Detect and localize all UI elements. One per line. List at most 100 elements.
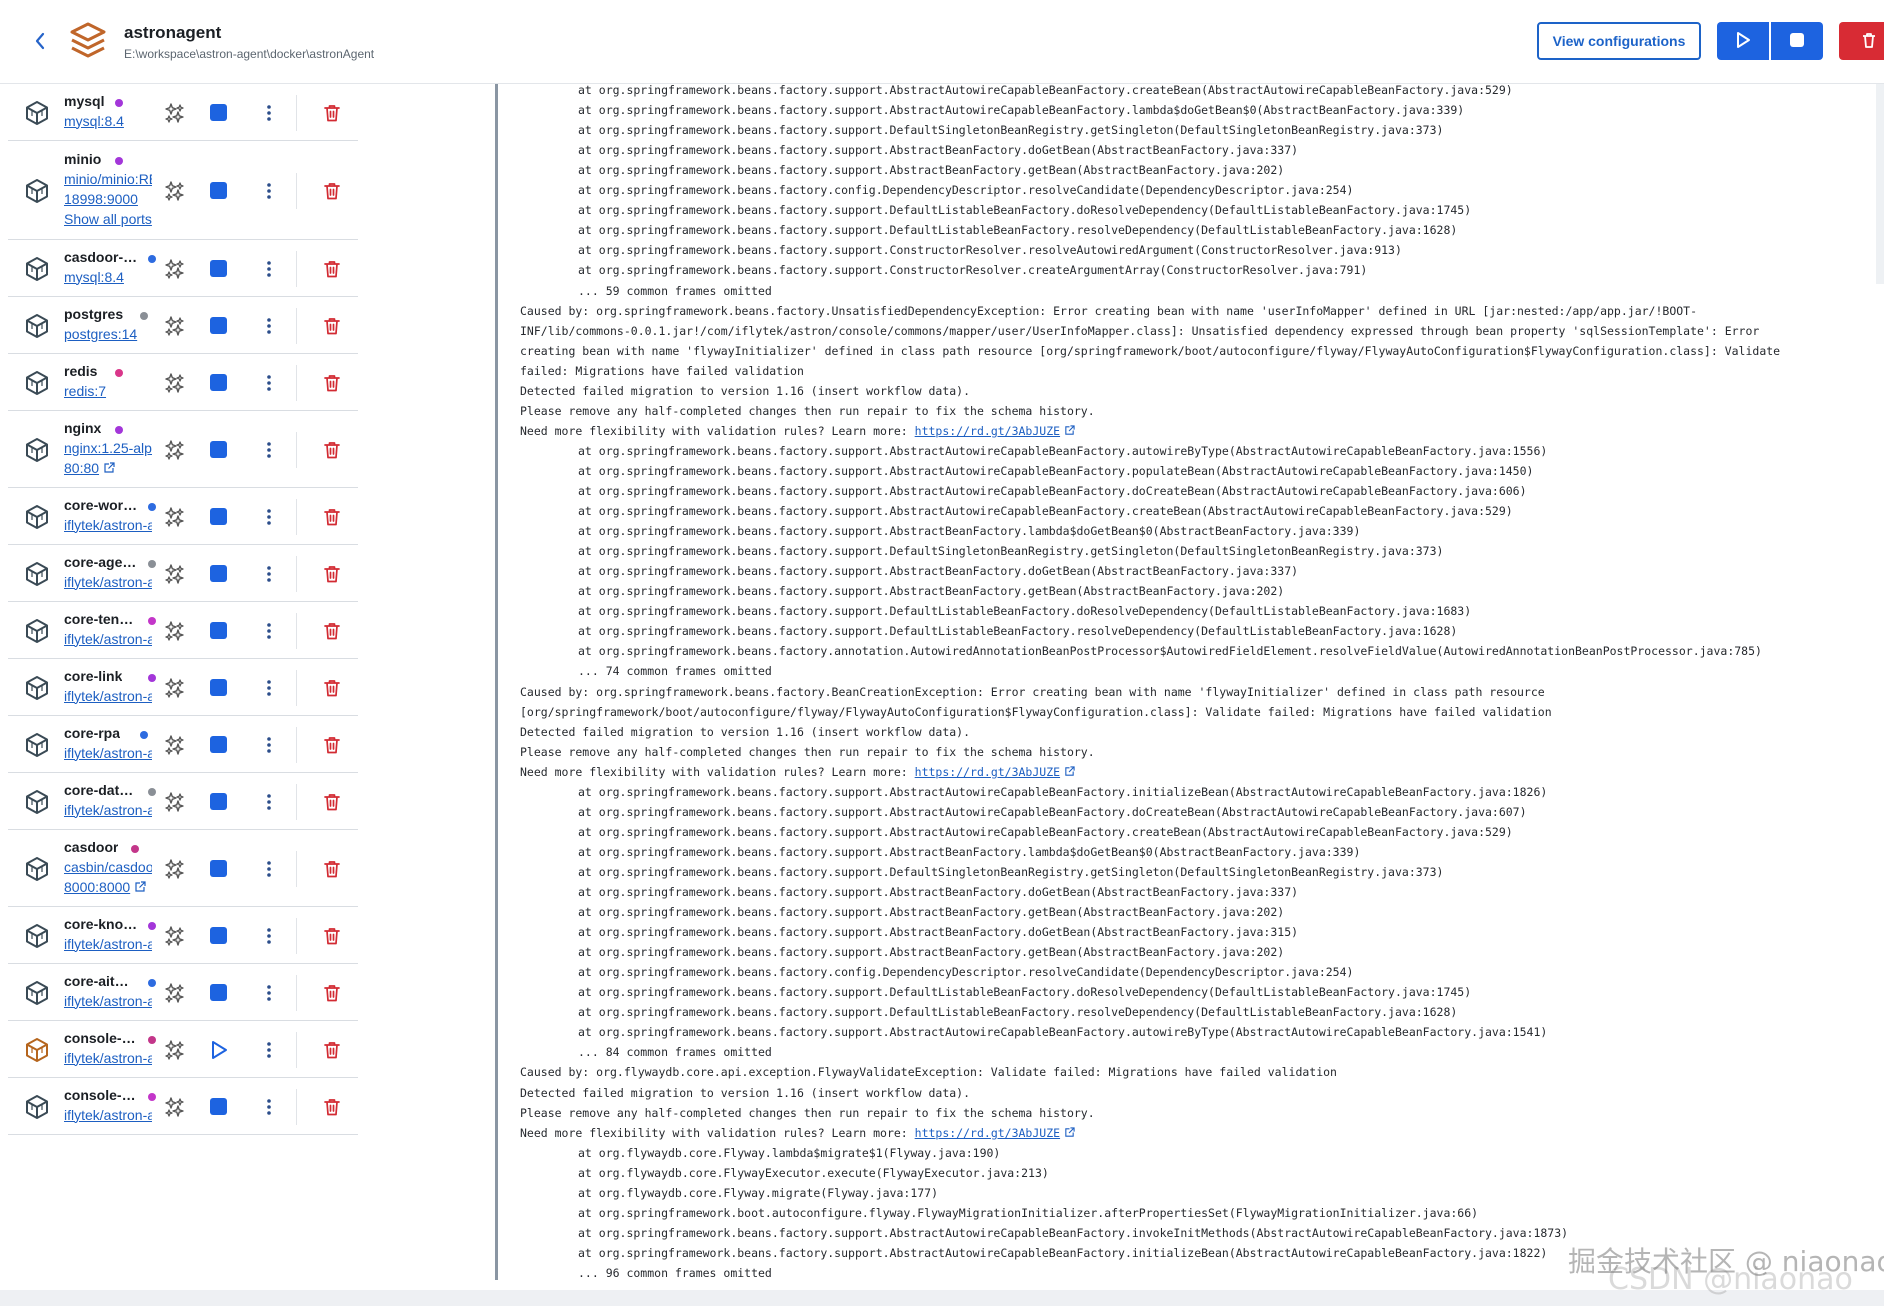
sparkle-action-icon[interactable]: [164, 372, 186, 394]
stop-container-icon[interactable]: [210, 984, 227, 1001]
delete-container-icon[interactable]: [322, 507, 342, 527]
sparkle-action-icon[interactable]: [164, 258, 186, 280]
container-row[interactable]: nginx nginx:1.25-alpine 80:80: [8, 411, 358, 488]
stop-all-button[interactable]: [1771, 22, 1823, 60]
delete-container-icon[interactable]: [322, 373, 342, 393]
stop-container-icon[interactable]: [210, 182, 227, 199]
sparkle-action-icon[interactable]: [164, 1096, 186, 1118]
image-link[interactable]: iflytek/astron-agent: [64, 517, 152, 533]
delete-container-icon[interactable]: [322, 181, 342, 201]
delete-container-icon[interactable]: [322, 983, 342, 1003]
more-options-icon[interactable]: [262, 181, 276, 201]
panel-divider[interactable]: [495, 84, 498, 1280]
delete-container-icon[interactable]: [322, 259, 342, 279]
image-link[interactable]: mysql:8.4: [64, 113, 152, 129]
container-row[interactable]: core-wor… iflytek/astron-agent: [8, 488, 358, 545]
container-row[interactable]: casdoor-… mysql:8.4: [8, 240, 358, 297]
delete-container-icon[interactable]: [322, 859, 342, 879]
port-link[interactable]: 80:80: [64, 460, 152, 476]
log-scrollbar[interactable]: [1876, 84, 1884, 284]
sparkle-action-icon[interactable]: [164, 925, 186, 947]
sparkle-action-icon[interactable]: [164, 180, 186, 202]
image-link[interactable]: redis:7: [64, 383, 152, 399]
container-row[interactable]: casdoor casbin/casdoor 8000:8000: [8, 830, 358, 907]
more-options-icon[interactable]: [262, 440, 276, 460]
sparkle-action-icon[interactable]: [164, 1039, 186, 1061]
image-link[interactable]: iflytek/astron-agent: [64, 936, 152, 952]
more-options-icon[interactable]: [262, 735, 276, 755]
delete-container-icon[interactable]: [322, 792, 342, 812]
more-options-icon[interactable]: [262, 983, 276, 1003]
image-link[interactable]: mysql:8.4: [64, 269, 152, 285]
more-options-icon[interactable]: [262, 507, 276, 527]
container-row[interactable]: core-kno… iflytek/astron-agent: [8, 907, 358, 964]
container-row[interactable]: console-… iflytek/astron-agent: [8, 1078, 358, 1135]
port-link[interactable]: 8000:8000: [64, 879, 152, 895]
more-options-icon[interactable]: [262, 103, 276, 123]
more-options-icon[interactable]: [262, 792, 276, 812]
stop-container-icon[interactable]: [210, 260, 227, 277]
container-row[interactable]: console-… iflytek/astron-agent: [8, 1021, 358, 1078]
stop-container-icon[interactable]: [210, 736, 227, 753]
delete-container-icon[interactable]: [322, 1097, 342, 1117]
container-row[interactable]: mysql mysql:8.4: [8, 84, 358, 141]
log-link[interactable]: https://rd.gt/3AbJUZE: [915, 424, 1060, 438]
stop-container-icon[interactable]: [210, 679, 227, 696]
container-row[interactable]: redis redis:7: [8, 354, 358, 411]
stop-container-icon[interactable]: [210, 317, 227, 334]
image-link[interactable]: iflytek/astron-agent: [64, 745, 152, 761]
start-all-button[interactable]: [1717, 22, 1769, 60]
view-configurations-button[interactable]: View configurations: [1537, 22, 1701, 60]
more-options-icon[interactable]: [262, 373, 276, 393]
stop-container-icon[interactable]: [210, 565, 227, 582]
image-link[interactable]: iflytek/astron-agent: [64, 688, 152, 704]
image-link[interactable]: postgres:14: [64, 326, 152, 342]
stop-container-icon[interactable]: [210, 374, 227, 391]
log-link[interactable]: https://rd.gt/3AbJUZE: [915, 1126, 1060, 1140]
stop-container-icon[interactable]: [210, 860, 227, 877]
port-link[interactable]: 18998:9000: [64, 191, 152, 207]
more-options-icon[interactable]: [262, 1040, 276, 1060]
image-link[interactable]: nginx:1.25-alpine: [64, 440, 152, 456]
sparkle-action-icon[interactable]: [164, 677, 186, 699]
container-row[interactable]: core-ten… iflytek/astron-agent: [8, 602, 358, 659]
more-options-icon[interactable]: [262, 259, 276, 279]
delete-container-icon[interactable]: [322, 621, 342, 641]
stop-container-icon[interactable]: [210, 927, 227, 944]
image-link[interactable]: iflytek/astron-agent: [64, 802, 152, 818]
delete-container-icon[interactable]: [322, 735, 342, 755]
stop-container-icon[interactable]: [210, 508, 227, 525]
container-row[interactable]: core-ait… iflytek/astron-agent: [8, 964, 358, 1021]
delete-container-icon[interactable]: [322, 678, 342, 698]
delete-container-icon[interactable]: [322, 926, 342, 946]
sparkle-action-icon[interactable]: [164, 734, 186, 756]
stop-container-icon[interactable]: [210, 793, 227, 810]
delete-container-icon[interactable]: [322, 103, 342, 123]
image-link[interactable]: casbin/casdoor: [64, 859, 152, 875]
image-link[interactable]: minio/minio:RELEASE: [64, 171, 152, 187]
image-link[interactable]: iflytek/astron-agent: [64, 993, 152, 1009]
delete-container-icon[interactable]: [322, 316, 342, 336]
sparkle-action-icon[interactable]: [164, 102, 186, 124]
delete-container-icon[interactable]: [322, 564, 342, 584]
stop-container-icon[interactable]: [210, 1098, 227, 1115]
more-options-icon[interactable]: [262, 621, 276, 641]
image-link[interactable]: iflytek/astron-agent: [64, 631, 152, 647]
image-link[interactable]: iflytek/astron-agent: [64, 1050, 152, 1066]
image-link[interactable]: iflytek/astron-agent: [64, 574, 152, 590]
sparkle-action-icon[interactable]: [164, 858, 186, 880]
more-options-icon[interactable]: [262, 564, 276, 584]
image-link[interactable]: iflytek/astron-agent: [64, 1107, 152, 1123]
container-row[interactable]: core-dat… iflytek/astron-agent: [8, 773, 358, 830]
back-button[interactable]: [30, 28, 54, 56]
more-options-icon[interactable]: [262, 859, 276, 879]
more-options-icon[interactable]: [262, 316, 276, 336]
log-link[interactable]: https://rd.gt/3AbJUZE: [915, 765, 1060, 779]
show-all-ports-link[interactable]: Show all ports: [64, 211, 152, 227]
container-row[interactable]: core-link iflytek/astron-agent: [8, 659, 358, 716]
sparkle-action-icon[interactable]: [164, 315, 186, 337]
container-row[interactable]: core-age… iflytek/astron-agent: [8, 545, 358, 602]
delete-container-icon[interactable]: [322, 440, 342, 460]
more-options-icon[interactable]: [262, 678, 276, 698]
sparkle-action-icon[interactable]: [164, 439, 186, 461]
